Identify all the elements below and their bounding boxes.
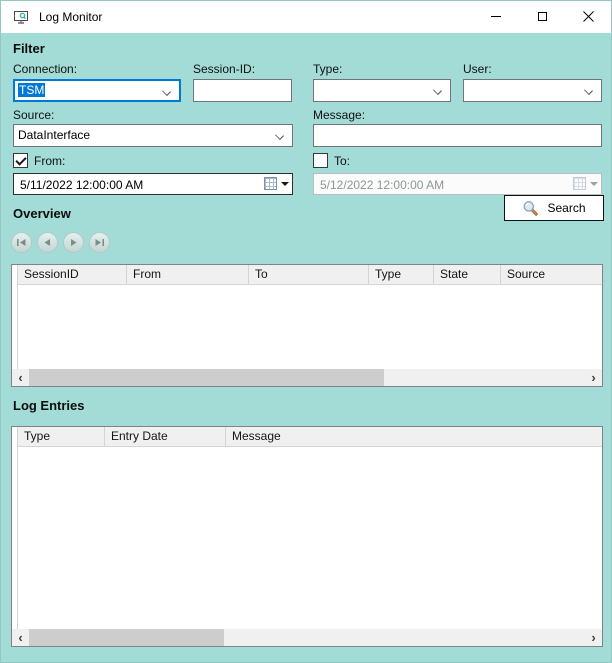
column-header-entry-date[interactable]: Entry Date (105, 427, 226, 446)
column-header-type[interactable]: Type (18, 427, 105, 446)
overview-grid-header: SessionID From To Type State Source (12, 265, 602, 285)
dropdown-arrow-icon (281, 182, 289, 186)
row-header-strip (12, 427, 18, 629)
next-record-icon (69, 238, 78, 247)
user-label: User: (463, 62, 492, 76)
last-record-button[interactable] (89, 232, 110, 253)
app-icon (13, 9, 29, 25)
overview-horizontal-scrollbar[interactable]: ‹ › (12, 369, 602, 386)
column-header-source[interactable]: Source (501, 265, 602, 284)
first-record-icon (16, 238, 27, 247)
previous-record-button[interactable] (37, 232, 58, 253)
minimize-icon (491, 16, 501, 17)
window-title: Log Monitor (39, 10, 102, 24)
chevron-down-icon (162, 87, 171, 96)
scroll-left-icon[interactable]: ‹ (12, 369, 29, 386)
column-header-to[interactable]: To (249, 265, 369, 284)
overview-grid-body (19, 286, 602, 369)
type-combobox[interactable] (313, 79, 451, 102)
row-header-strip (12, 265, 18, 369)
overview-heading: Overview (13, 206, 71, 221)
session-id-label: Session-ID: (193, 62, 255, 76)
chevron-down-icon (433, 86, 442, 95)
log-entries-grid: Type Entry Date Message ‹ › (11, 426, 603, 647)
to-label: To: (334, 154, 350, 168)
log-monitor-window: Log Monitor Filter Connection: Session-I… (0, 0, 612, 663)
from-checkbox[interactable] (13, 153, 28, 168)
close-button[interactable] (565, 1, 611, 32)
column-header-type[interactable]: Type (369, 265, 434, 284)
first-record-button[interactable] (11, 232, 32, 253)
scrollbar-thumb[interactable] (29, 629, 224, 646)
titlebar[interactable]: Log Monitor (1, 1, 611, 33)
to-calendar-dropdown (573, 177, 598, 190)
session-id-input[interactable] (193, 79, 292, 102)
dropdown-arrow-icon (590, 182, 598, 186)
connection-label: Connection: (13, 62, 77, 76)
column-header-state[interactable]: State (434, 265, 501, 284)
maximize-icon (538, 12, 547, 21)
previous-record-icon (43, 238, 52, 247)
to-datetimepicker: 5/12/2022 12:00:00 AM (313, 173, 602, 195)
message-input[interactable] (313, 124, 602, 147)
search-button-label: Search (547, 201, 585, 215)
column-header-message[interactable]: Message (226, 427, 596, 446)
close-icon (583, 11, 594, 22)
maximize-button[interactable] (519, 1, 565, 32)
to-checkbox[interactable] (313, 153, 328, 168)
log-entries-grid-header: Type Entry Date Message (12, 427, 602, 447)
source-value: DataInterface (18, 128, 90, 143)
scroll-left-icon[interactable]: ‹ (12, 629, 29, 646)
filter-heading: Filter (13, 41, 45, 56)
record-navigator (11, 232, 110, 253)
scroll-right-icon[interactable]: › (585, 369, 602, 386)
column-header-from[interactable]: From (127, 265, 249, 284)
source-label: Source: (13, 108, 54, 122)
connection-combobox[interactable]: TSM (13, 79, 181, 102)
to-date-value: 5/12/2022 12:00:00 AM (320, 178, 444, 192)
from-datetimepicker[interactable]: 5/11/2022 12:00:00 AM (13, 173, 293, 195)
from-calendar-dropdown[interactable] (264, 177, 289, 190)
from-date-value: 5/11/2022 12:00:00 AM (20, 178, 143, 192)
next-record-button[interactable] (63, 232, 84, 253)
source-combobox[interactable]: DataInterface (13, 124, 293, 147)
user-combobox[interactable] (463, 79, 602, 102)
chevron-down-icon (584, 86, 593, 95)
log-entries-heading: Log Entries (13, 398, 85, 413)
search-icon (522, 200, 539, 217)
calendar-icon (573, 177, 586, 190)
scrollbar-thumb[interactable] (29, 369, 384, 386)
search-button[interactable]: Search (504, 195, 604, 221)
log-entries-horizontal-scrollbar[interactable]: ‹ › (12, 629, 602, 646)
chevron-down-icon (275, 131, 284, 140)
connection-value: TSM (18, 83, 45, 97)
from-label: From: (34, 154, 65, 168)
overview-grid: SessionID From To Type State Source ‹ › (11, 264, 603, 387)
log-entries-grid-body (19, 448, 602, 629)
scroll-right-icon[interactable]: › (585, 629, 602, 646)
minimize-button[interactable] (473, 1, 519, 32)
column-header-sessionid[interactable]: SessionID (18, 265, 127, 284)
last-record-icon (94, 238, 105, 247)
message-label: Message: (313, 108, 365, 122)
type-label: Type: (313, 62, 342, 76)
calendar-icon (264, 177, 277, 190)
